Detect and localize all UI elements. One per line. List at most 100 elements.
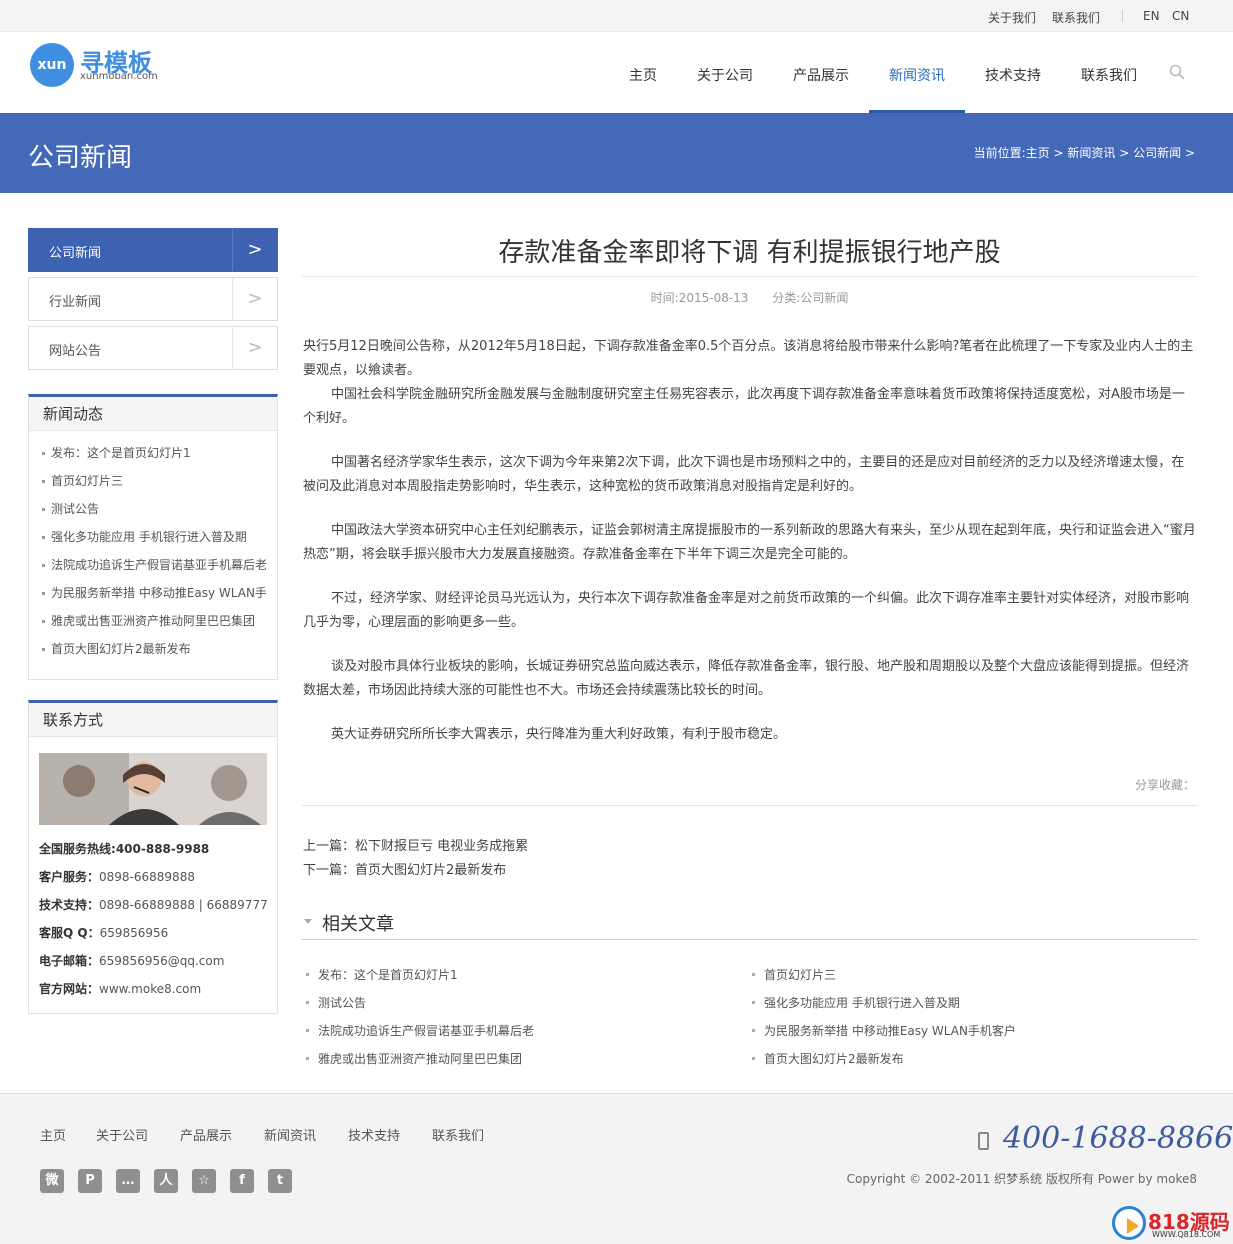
weibo-icon[interactable]: 微 bbox=[40, 1169, 64, 1193]
facebook-icon[interactable]: f bbox=[230, 1169, 254, 1193]
footer-nav-news[interactable]: 新闻资讯 bbox=[264, 1125, 316, 1144]
breadcrumb-company-news[interactable]: 公司新闻 bbox=[1133, 146, 1181, 160]
star-icon[interactable]: ☆ bbox=[192, 1169, 216, 1193]
related-item[interactable]: 强化多功能应用 手机银行进入普及期 bbox=[750, 994, 960, 1011]
breadcrumb-news[interactable]: 新闻资讯 bbox=[1067, 146, 1115, 160]
chat-icon[interactable]: … bbox=[116, 1169, 140, 1193]
divider bbox=[302, 805, 1197, 806]
qq-value: 659856956 bbox=[99, 926, 169, 940]
footer-nav-home[interactable]: 主页 bbox=[40, 1125, 66, 1144]
prev-article-link[interactable]: 上一篇：松下财报巨亏 电视业务成拖累 bbox=[303, 835, 528, 854]
email-value[interactable]: 659856956@qq.com bbox=[99, 954, 224, 968]
logo-badge[interactable]: xun bbox=[30, 43, 74, 87]
footer-nav-products[interactable]: 产品展示 bbox=[180, 1125, 232, 1144]
nav-about[interactable]: 关于公司 bbox=[697, 65, 753, 85]
website-row: 官方网站：www.moke8.com bbox=[39, 980, 201, 997]
article-paragraph: 不过，经济学家、财经评论员马光远认为，央行本次下调存款准备金率是对之前货币政策的… bbox=[303, 591, 1190, 630]
category-industry-news[interactable]: 行业新闻 > bbox=[28, 277, 278, 321]
list-item[interactable]: 测试公告 bbox=[29, 495, 277, 523]
page-title: 公司新闻 bbox=[28, 143, 133, 173]
nav-home[interactable]: 主页 bbox=[629, 65, 657, 85]
divider bbox=[302, 276, 1197, 277]
article-title: 存款准备金率即将下调 有利提振银行地产股 bbox=[498, 238, 1001, 268]
footer-nav-support[interactable]: 技术支持 bbox=[348, 1125, 400, 1144]
hotline-label: 全国服务热线: bbox=[39, 842, 116, 856]
footer-nav-about[interactable]: 关于公司 bbox=[96, 1125, 148, 1144]
list-item[interactable]: 雅虎或出售亚洲资产推动阿里巴巴集团 bbox=[29, 607, 277, 635]
top-link-about[interactable]: 关于我们 bbox=[988, 9, 1036, 26]
contact-box-title: 联系方式 bbox=[29, 703, 277, 737]
article-category: 分类:公司新闻 bbox=[772, 291, 849, 305]
service-row: 客户服务：0898-66889888 bbox=[39, 868, 195, 885]
list-item[interactable]: 强化多功能应用 手机银行进入普及期 bbox=[29, 523, 277, 551]
category-label: 网站公告 bbox=[49, 344, 102, 359]
page-banner: 公司新闻 当前位置:主页 > 新闻资讯 > 公司新闻 > bbox=[0, 113, 1233, 193]
list-item[interactable]: 首页大图幻灯片2最新发布 bbox=[29, 635, 277, 663]
top-utility-bar: 关于我们 联系我们 EN CN bbox=[0, 0, 1233, 32]
article-date: 时间:2015-08-13 bbox=[650, 291, 749, 305]
top-link-contact[interactable]: 联系我们 bbox=[1052, 9, 1100, 26]
list-item[interactable]: 发布：这个是首页幻灯片1 bbox=[29, 439, 277, 467]
breadcrumb-sep: > bbox=[1184, 146, 1195, 160]
category-company-news[interactable]: 公司新闻 > bbox=[28, 228, 278, 272]
nav-contact[interactable]: 联系我们 bbox=[1081, 65, 1137, 85]
related-item[interactable]: 首页大图幻灯片2最新发布 bbox=[750, 1050, 904, 1067]
logo-domain: xunmoban.com bbox=[80, 71, 158, 82]
category-announcements[interactable]: 网站公告 > bbox=[28, 326, 278, 370]
customer-service-photo bbox=[39, 753, 267, 825]
tech-label: 技术支持： bbox=[39, 898, 100, 912]
renren-icon[interactable]: 人 bbox=[154, 1169, 178, 1193]
related-item[interactable]: 法院成功追诉生产假冒诺基亚手机幕后老 bbox=[304, 1022, 534, 1039]
divider bbox=[1122, 10, 1123, 22]
lang-en-link[interactable]: EN bbox=[1143, 9, 1160, 23]
article-meta: 时间:2015-08-13 分类:公司新闻 bbox=[302, 289, 1197, 306]
pinterest-icon[interactable]: P bbox=[78, 1169, 102, 1193]
list-item[interactable]: 为民服务新举措 中移动推Easy WLAN手 bbox=[29, 579, 277, 607]
search-icon[interactable] bbox=[1169, 64, 1185, 80]
related-item[interactable]: 雅虎或出售亚洲资产推动阿里巴巴集团 bbox=[304, 1050, 522, 1067]
qq-label: 客服Q Q： bbox=[39, 926, 100, 940]
email-label: 电子邮箱： bbox=[39, 954, 100, 968]
related-title: 相关文章 bbox=[322, 914, 394, 935]
website-value[interactable]: www.moke8.com bbox=[99, 982, 201, 996]
list-item[interactable]: 首页幻灯片三 bbox=[29, 467, 277, 495]
tech-row: 技术支持：0898-66889888 | 66889777 bbox=[39, 896, 268, 913]
nav-support[interactable]: 技术支持 bbox=[985, 65, 1041, 85]
breadcrumb-sep: > bbox=[1119, 146, 1130, 160]
chevron-right-icon: > bbox=[232, 229, 277, 271]
related-item[interactable]: 发布：这个是首页幻灯片1 bbox=[304, 966, 458, 983]
related-item[interactable]: 首页幻灯片三 bbox=[750, 966, 836, 983]
article-paragraph: 英大证券研究所所长李大霄表示，央行降准为重大利好政策，有利于股市稳定。 bbox=[331, 727, 787, 742]
caret-down-icon bbox=[304, 919, 312, 924]
related-item[interactable]: 测试公告 bbox=[304, 994, 366, 1011]
breadcrumb-prefix: 当前位置: bbox=[973, 146, 1026, 160]
site-footer: 主页 关于公司 产品展示 新闻资讯 技术支持 联系我们 微 P … 人 ☆ f … bbox=[0, 1093, 1233, 1244]
lang-cn-link[interactable]: CN bbox=[1172, 9, 1189, 23]
email-row: 电子邮箱：659856956@qq.com bbox=[39, 952, 224, 969]
article-paragraph: 中国著名经济学家华生表示，这次下调为今年来第2次下调，此次下调也是市场预料之中的… bbox=[303, 455, 1185, 494]
qq-row: 客服Q Q：659856956 bbox=[39, 924, 168, 941]
phone-icon bbox=[978, 1132, 989, 1150]
news-box-title: 新闻动态 bbox=[29, 397, 277, 431]
play-icon bbox=[1112, 1206, 1146, 1240]
news-list: 发布：这个是首页幻灯片1 首页幻灯片三 测试公告 强化多功能应用 手机银行进入普… bbox=[29, 431, 277, 663]
contact-sidebar-box: 联系方式 全国服务热线:400-888-9988 客户服务：0898-66889… bbox=[28, 700, 278, 1014]
article-paragraph: 谈及对股市具体行业板块的影响，长城证券研究总监向威达表示，降低存款准备金率，银行… bbox=[303, 659, 1190, 698]
related-item[interactable]: 为民服务新举措 中移动推Easy WLAN手机客户 bbox=[750, 1022, 1016, 1039]
copyright: Copyright © 2002-2011 织梦系统 版权所有 Power by… bbox=[846, 1172, 1197, 1186]
hotline-value: 400-888-9988 bbox=[115, 842, 210, 856]
next-article-link[interactable]: 下一篇：首页大图幻灯片2最新发布 bbox=[303, 859, 506, 878]
service-label: 客户服务： bbox=[39, 870, 100, 884]
tech-value: 0898-66889888 | 66889777 bbox=[99, 898, 268, 912]
list-item[interactable]: 法院成功追诉生产假冒诺基亚手机幕后老 bbox=[29, 551, 277, 579]
related-articles-header: 相关文章 bbox=[302, 906, 1197, 940]
twitter-icon[interactable]: t bbox=[268, 1169, 292, 1193]
nav-news[interactable]: 新闻资讯 bbox=[889, 65, 945, 85]
nav-products[interactable]: 产品展示 bbox=[793, 65, 849, 85]
website-label: 官方网站： bbox=[39, 982, 100, 996]
breadcrumb: 当前位置:主页 > 新闻资讯 > 公司新闻 > bbox=[974, 144, 1195, 161]
site-header: xun 寻模板 xunmoban.com 主页 关于公司 产品展示 新闻资讯 技… bbox=[0, 33, 1233, 113]
breadcrumb-home[interactable]: 主页 bbox=[1026, 146, 1050, 160]
footer-nav-contact[interactable]: 联系我们 bbox=[432, 1125, 484, 1144]
footer-phone: 400-1688-8866 bbox=[1003, 1121, 1233, 1156]
